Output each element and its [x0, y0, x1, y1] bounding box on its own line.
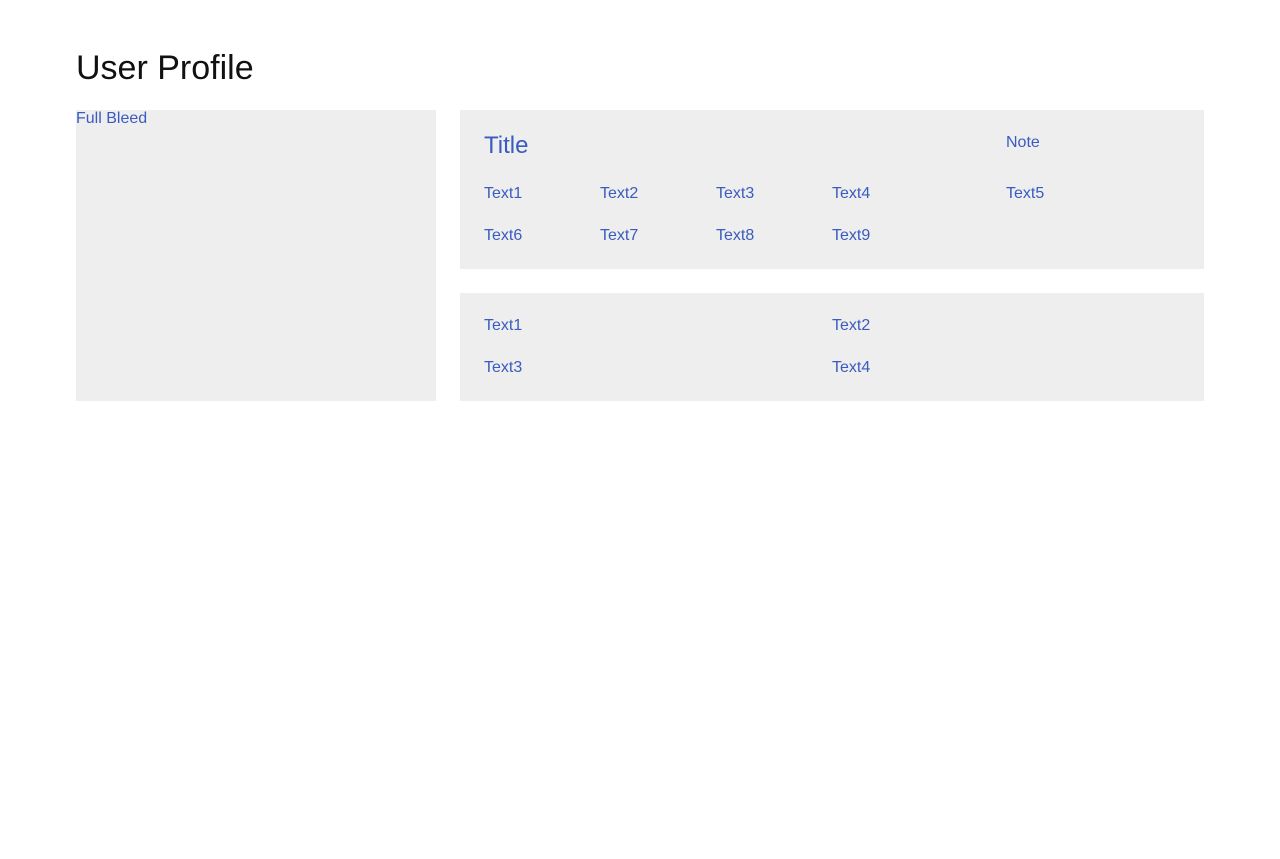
- summary-text-7: Text7: [600, 227, 639, 244]
- details-text-4: Text4: [832, 359, 871, 376]
- profile-details-card: Text1 Text2 Text3 Text4: [460, 293, 1204, 401]
- details-text-3: Text3: [484, 359, 523, 376]
- summary-text-1: Text1: [484, 185, 523, 202]
- summary-text-4: Text4: [832, 185, 871, 202]
- full-bleed-panel: Full Bleed: [76, 110, 436, 401]
- card-title: Title: [484, 132, 529, 159]
- profile-summary-card: Title Note Text1 Text2 Text3 Text4 Text5…: [460, 110, 1204, 269]
- page-title: User Profile: [76, 49, 254, 87]
- summary-text-3: Text3: [716, 185, 755, 202]
- summary-text-8: Text8: [716, 227, 755, 244]
- summary-text-2: Text2: [600, 185, 639, 202]
- card-note: Note: [1006, 134, 1040, 151]
- details-text-2: Text2: [832, 317, 871, 334]
- summary-text-5: Text5: [1006, 185, 1045, 202]
- summary-text-6: Text6: [484, 227, 523, 244]
- full-bleed-label: Full Bleed: [76, 110, 148, 127]
- summary-text-9: Text9: [832, 227, 871, 244]
- details-text-1: Text1: [484, 317, 523, 334]
